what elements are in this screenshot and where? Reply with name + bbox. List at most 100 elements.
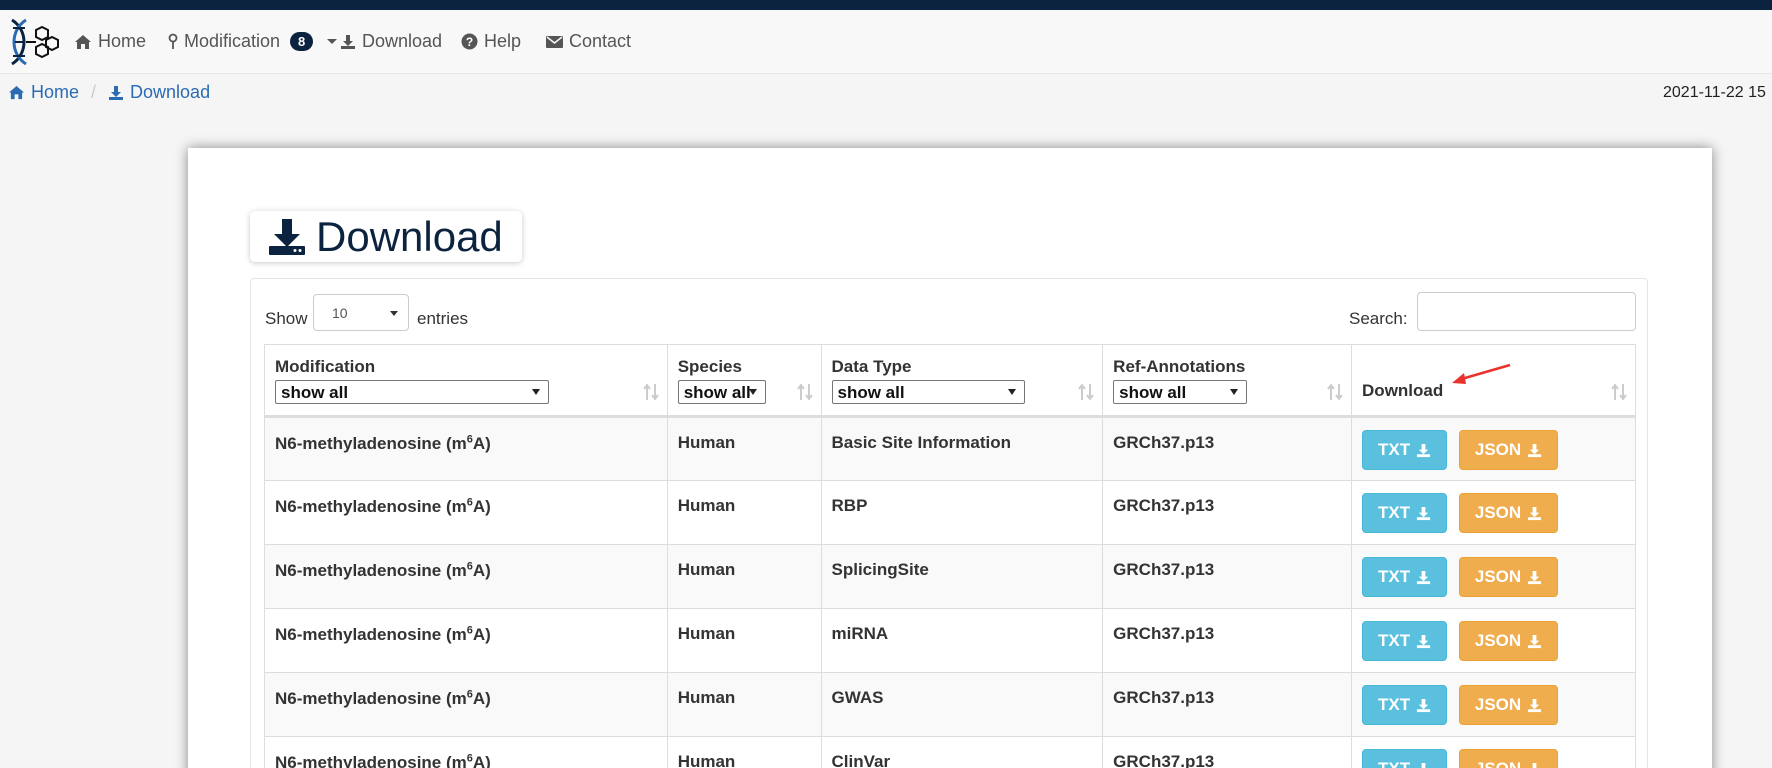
sort-icon[interactable] xyxy=(1078,383,1094,401)
txt-download-button[interactable]: TXT xyxy=(1362,430,1448,470)
nav-modification-dropdown[interactable]: Modification 8 xyxy=(168,31,338,52)
chevron-down-icon xyxy=(1007,389,1016,395)
header-download[interactable]: Download xyxy=(1351,344,1636,418)
modification-name: N6-methyladenosine (m6A) xyxy=(275,433,491,453)
species-filter-select[interactable]: show all xyxy=(677,380,766,404)
json-button-label: JSON xyxy=(1475,759,1521,768)
chevron-down-icon xyxy=(1230,389,1239,395)
download-icon xyxy=(1417,634,1431,648)
page-title-text: Download xyxy=(316,212,503,260)
breadcrumb-home-label: Home xyxy=(31,82,80,102)
nav-contact[interactable]: Contact xyxy=(546,31,631,52)
modification-filter-select[interactable]: show all xyxy=(275,380,549,404)
species-value: Human xyxy=(677,688,736,707)
download-icon xyxy=(1417,443,1431,457)
txt-download-button[interactable]: TXT xyxy=(1362,685,1448,725)
header-species-label: Species xyxy=(677,357,742,376)
breadcrumb-download[interactable]: Download xyxy=(108,82,210,103)
header-modification[interactable]: Modification show all xyxy=(264,344,668,418)
sort-icon[interactable] xyxy=(796,383,813,401)
species-value: Human xyxy=(677,752,736,768)
download-icon xyxy=(1528,506,1542,520)
txt-button-label: TXT xyxy=(1378,503,1411,522)
json-download-button[interactable]: JSON xyxy=(1458,557,1559,597)
ref-annotation-value: GRCh37.p13 xyxy=(1113,688,1215,707)
sort-icon[interactable] xyxy=(642,383,659,401)
species-filter-value: show all xyxy=(683,383,751,402)
cell-modification: N6-methyladenosine (m6A) xyxy=(264,544,668,609)
json-button-label: JSON xyxy=(1474,440,1522,459)
cell-ref-annotation: GRCh37.p13 xyxy=(1102,544,1353,609)
download-icon xyxy=(341,34,355,49)
txt-download-button[interactable]: TXT xyxy=(1362,493,1448,533)
cell-modification: N6-methyladenosine (m6A) xyxy=(264,672,668,737)
cell-species: Human xyxy=(666,544,822,609)
download-icon xyxy=(1421,762,1426,768)
json-download-button[interactable]: JSON xyxy=(1458,493,1559,533)
species-value: Human xyxy=(677,624,736,643)
json-download-button[interactable]: JSON xyxy=(1458,430,1559,470)
navbar: Home Modification 8 Download ? Help Cont… xyxy=(0,10,1772,74)
txt-button-label: TXT xyxy=(1378,695,1411,714)
dna-logo-icon[interactable] xyxy=(6,16,60,68)
ref-annotations-filter-value: show all xyxy=(1119,383,1187,402)
table-row: N6-methyladenosine (m6A) Human RBP GRCh3… xyxy=(264,480,1636,545)
json-download-button[interactable]: JSON xyxy=(1458,621,1559,661)
data-type-value: miRNA xyxy=(831,624,889,643)
nav-help[interactable]: ? Help xyxy=(461,31,521,52)
top-accent-bar xyxy=(0,0,1772,10)
nav-home[interactable]: Home xyxy=(74,31,146,52)
entries-length-value: 10 xyxy=(332,305,348,321)
txt-download-button[interactable]: TXT xyxy=(1362,749,1448,768)
data-type-filter-value: show all xyxy=(837,383,905,402)
cell-download: TXT JSON xyxy=(1351,608,1636,673)
cell-species: Human xyxy=(666,608,822,673)
cell-modification: N6-methyladenosine (m6A) xyxy=(264,608,668,673)
header-species[interactable]: Species show all xyxy=(666,344,822,418)
header-ref-annotations[interactable]: Ref-Annotations show all xyxy=(1102,344,1353,418)
header-data-type-label: Data Type xyxy=(831,357,912,376)
json-button-label: JSON xyxy=(1474,631,1522,650)
cell-ref-annotation: GRCh37.p13 xyxy=(1102,416,1353,481)
cell-data-type: GWAS xyxy=(820,672,1104,737)
modification-name: N6-methyladenosine (m6A) xyxy=(275,752,491,768)
json-download-button[interactable]: JSON xyxy=(1458,749,1559,768)
home-icon xyxy=(9,85,24,100)
search-label: Search: xyxy=(1349,309,1408,328)
breadcrumb-home[interactable]: Home xyxy=(8,82,79,103)
cell-modification: N6-methyladenosine (m6A) xyxy=(264,736,668,768)
download-icon xyxy=(1528,443,1542,457)
sort-icon[interactable] xyxy=(1327,383,1343,401)
modification-name: N6-methyladenosine (m6A) xyxy=(275,624,491,644)
table-row: N6-methyladenosine (m6A) Human SplicingS… xyxy=(264,544,1636,609)
breadcrumb-separator: / xyxy=(91,82,97,102)
modification-name: N6-methyladenosine (m6A) xyxy=(275,560,491,580)
show-label: Show xyxy=(265,309,308,328)
txt-button-label: TXT xyxy=(1378,759,1410,768)
ref-annotation-value: GRCh37.p13 xyxy=(1113,433,1215,452)
download-icon xyxy=(1528,634,1542,648)
modification-filter-value: show all xyxy=(281,383,349,402)
data-type-filter-select[interactable]: show all xyxy=(831,380,1025,404)
txt-download-button[interactable]: TXT xyxy=(1362,621,1448,661)
entries-length-select[interactable]: 10 xyxy=(313,294,409,331)
sort-icon[interactable] xyxy=(1611,383,1627,401)
download-icon xyxy=(109,85,124,100)
header-ref-annotations-label: Ref-Annotations xyxy=(1113,357,1246,376)
header-modification-label: Modification xyxy=(275,357,376,376)
modification-count-badge: 8 xyxy=(290,32,314,51)
json-button-label: JSON xyxy=(1474,503,1522,522)
nav-download[interactable]: Download xyxy=(340,31,442,52)
txt-download-button[interactable]: TXT xyxy=(1362,557,1448,597)
modification-name: N6-methyladenosine (m6A) xyxy=(275,688,491,708)
search-input[interactable] xyxy=(1417,292,1636,331)
chevron-down-icon xyxy=(390,311,398,316)
ref-annotations-filter-select[interactable]: show all xyxy=(1113,380,1248,404)
annotation-arrow-icon xyxy=(1452,363,1511,384)
table-row: N6-methyladenosine (m6A) Human miRNA GRC… xyxy=(264,608,1636,673)
cell-species: Human xyxy=(666,416,822,481)
header-data-type[interactable]: Data Type show all xyxy=(820,344,1104,418)
cell-modification: N6-methyladenosine (m6A) xyxy=(264,480,668,545)
json-download-button[interactable]: JSON xyxy=(1458,685,1559,725)
table-row: N6-methyladenosine (m6A) Human Basic Sit… xyxy=(264,416,1636,481)
